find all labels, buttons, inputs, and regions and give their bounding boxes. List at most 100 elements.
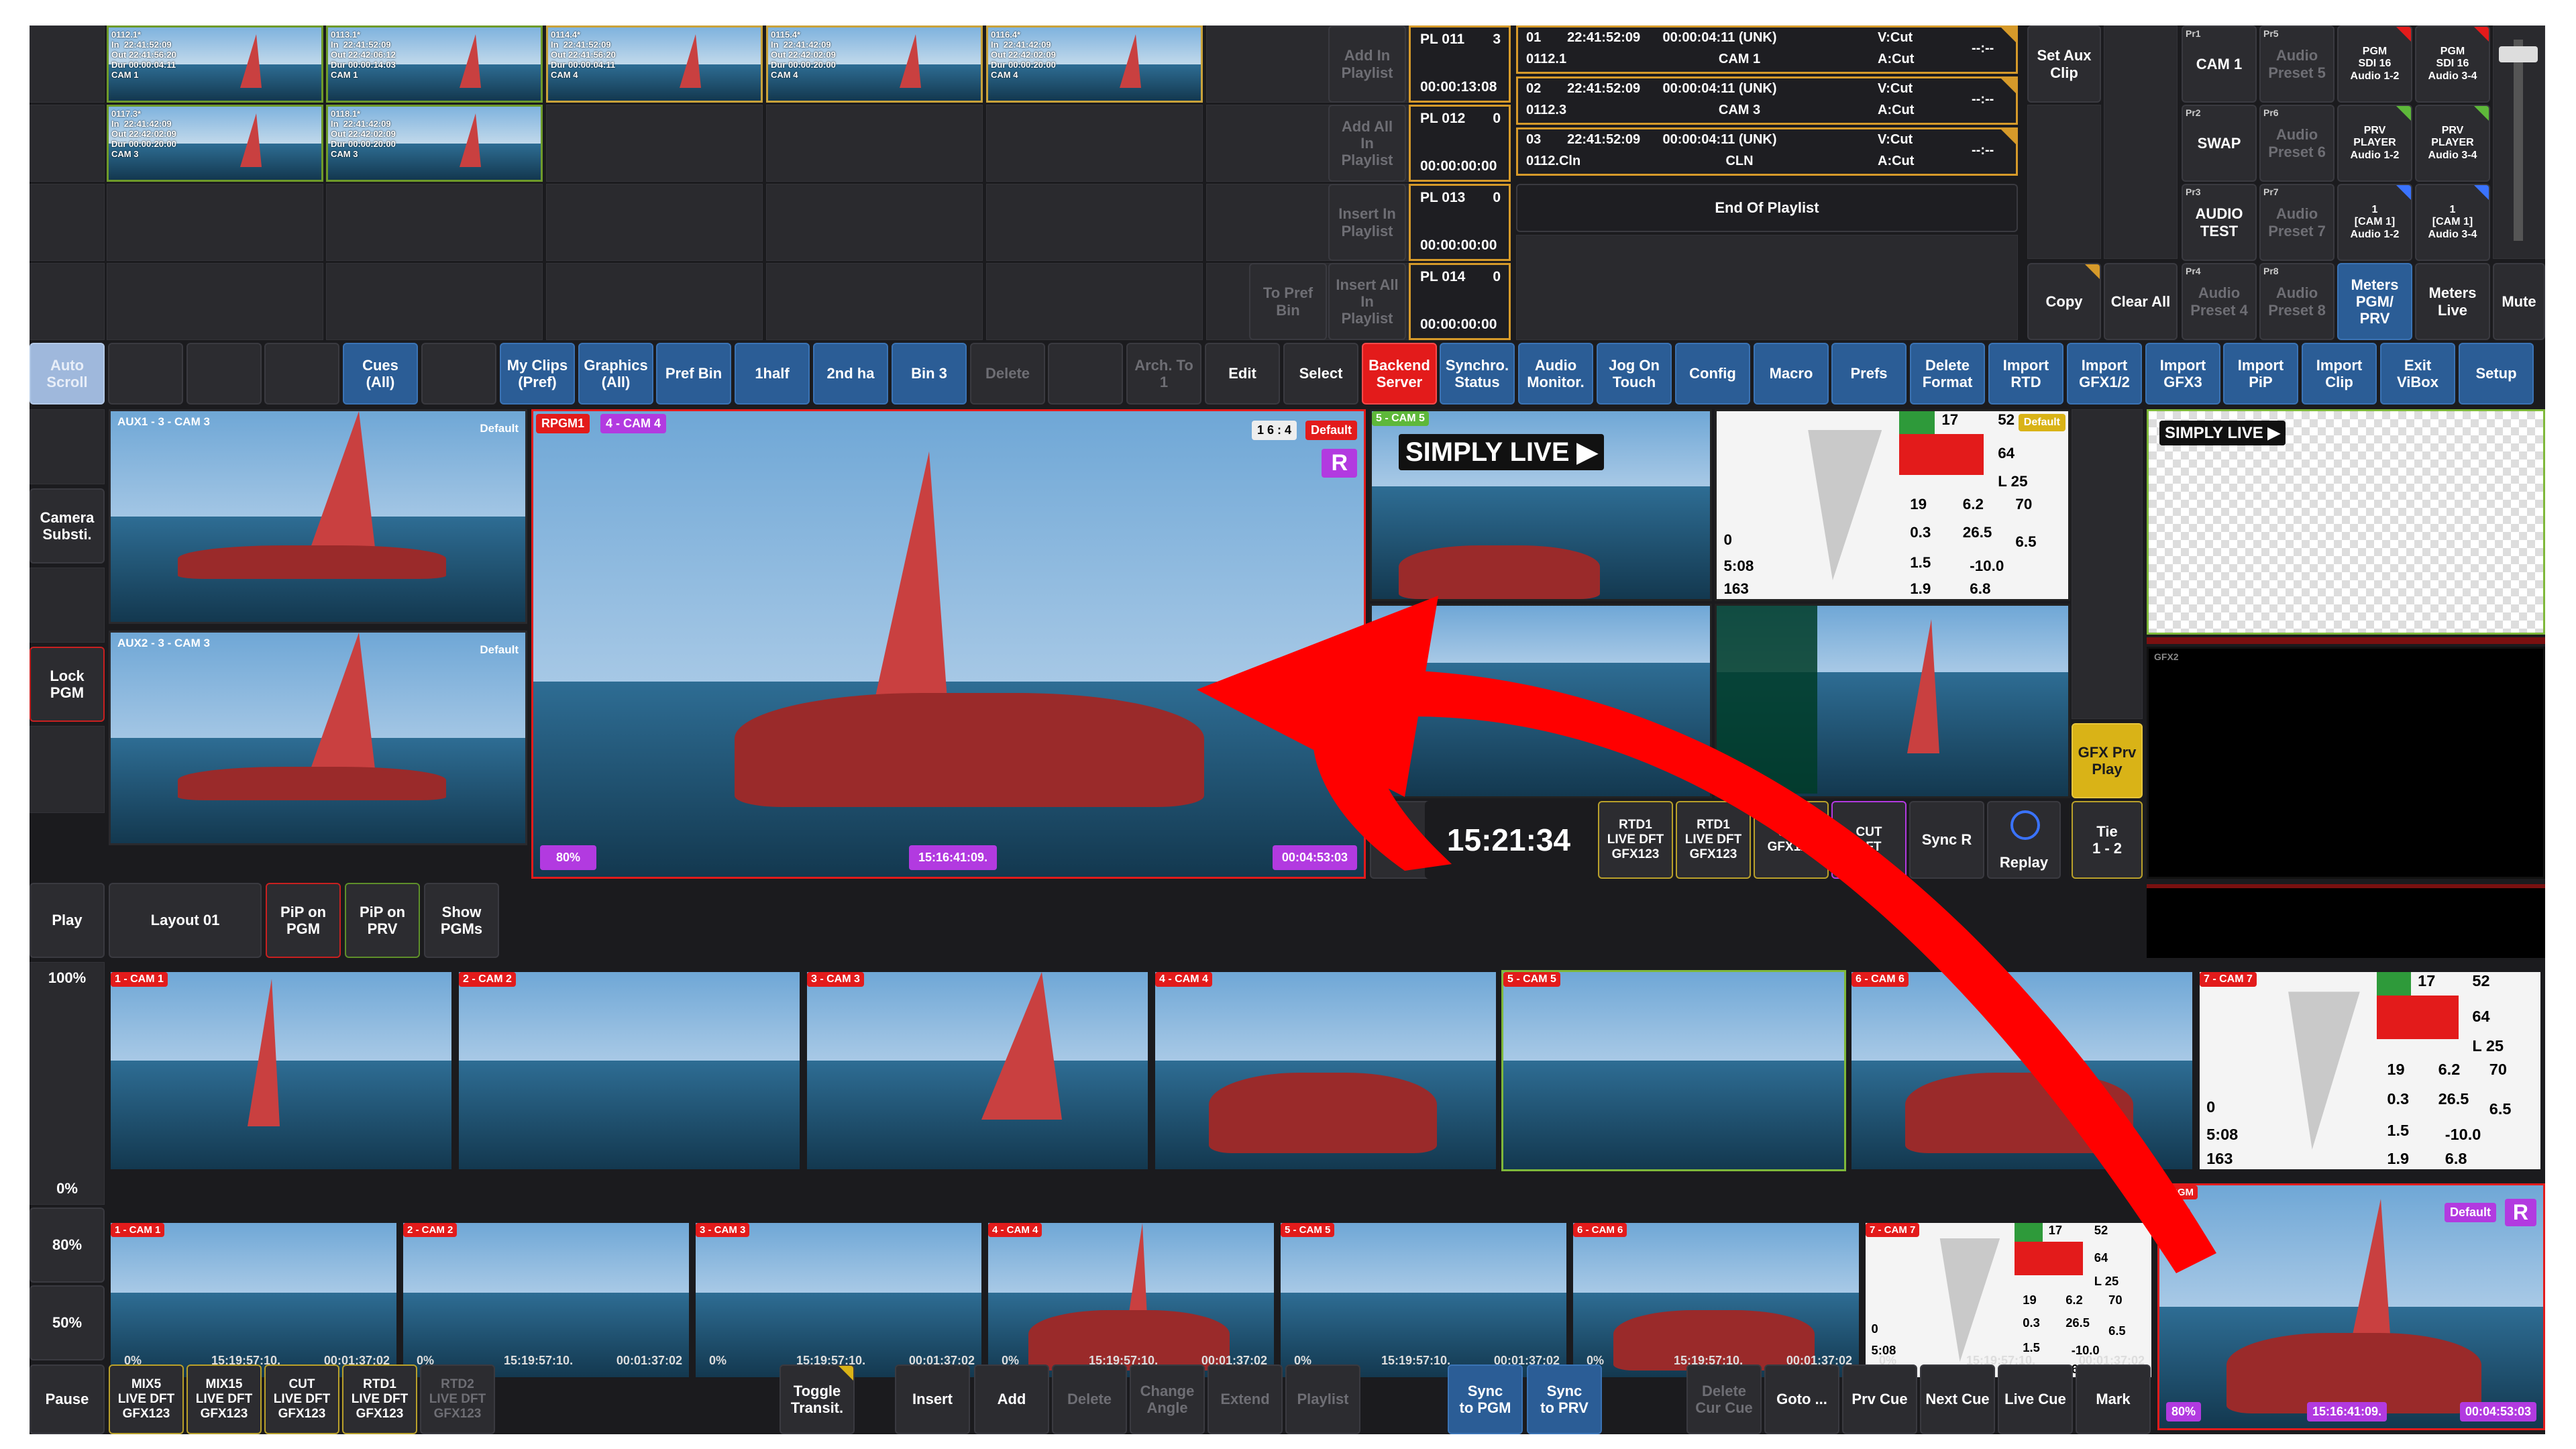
camera-clip-feed[interactable]: 5 - CAM 5 0% 15:19:57:10. 00:01:37:02 [1279, 1221, 1568, 1379]
show-pgms-button[interactable]: Show PGMs [424, 883, 499, 958]
bottom-delete-button[interactable]: Delete Cur Cue [1686, 1364, 1762, 1434]
bottom-playlist-button[interactable]: Playlist [1285, 1364, 1360, 1434]
playlist-action-button[interactable]: Add All In Playlist [1328, 105, 1406, 182]
toolbar-import-button[interactable]: Import GFX1/2 [2067, 343, 2142, 405]
playlist-action-button[interactable]: Add In Playlist [1328, 25, 1406, 103]
to-pref-bin-button[interactable]: To Pref Bin [1249, 263, 1327, 340]
speed-80-button[interactable]: 80% [30, 1208, 105, 1283]
toolbar-import-button[interactable]: Import Clip [2302, 343, 2377, 405]
preset-button[interactable]: Pr4 Audio Preset 4 [2182, 263, 2257, 340]
mute-button[interactable]: Mute [2493, 263, 2545, 340]
camera-clip-feed[interactable]: 1 - CAM 1 0% 15:19:57:10. 00:01:37:02 [109, 1221, 398, 1379]
playlist-entry[interactable]: 01 22:41:52:09 00:00:04:11 (UNK) 0112.1 CA… [1516, 25, 2018, 74]
camera-feed[interactable]: 3 - CAM 3 [805, 970, 1150, 1171]
clip-slot[interactable] [546, 105, 763, 182]
audio-routing-button[interactable]: PGM SDI 16 Audio 1-2 [2337, 25, 2412, 103]
transition-preset-button[interactable]: RTD2 LIVE DFT GFX123 [420, 1364, 495, 1434]
camera-clip-feed[interactable]: 2 - CAM 2 0% 15:19:57:10. 00:01:37:02 [401, 1221, 691, 1379]
toolbar-pref-bin-button[interactable]: Pref Bin [656, 343, 731, 405]
transition-button[interactable]: CUT DFT [1831, 801, 1907, 879]
toolbar-backend-button[interactable]: Backend Server [1362, 343, 1437, 405]
set-aux-clip-button[interactable]: Set Aux Clip [2027, 25, 2101, 103]
toolbar-auto-button[interactable]: Auto Scroll [30, 343, 105, 405]
bottom-extend-button[interactable]: Extend [1208, 1364, 1283, 1434]
toolbar-delete-button[interactable]: Delete Format [1910, 343, 1985, 405]
toolbar-prefs-button[interactable]: Prefs [1831, 343, 1907, 405]
layout-button[interactable]: Layout 01 [109, 883, 262, 958]
toolbar-2nd-ha-button[interactable]: 2nd ha [813, 343, 888, 405]
clip-thumbnail[interactable]: 0114.4* In 22:41:52:09 Out 22:41:56:20 D… [546, 25, 763, 103]
camera-feed[interactable]: 5 - CAM 5 [1501, 970, 1846, 1171]
gfx1-preview[interactable]: SIMPLY LIVE ▶ [2147, 409, 2545, 635]
bottom-toggle-button[interactable]: Toggle Transit. [780, 1364, 855, 1434]
playlist-entry[interactable]: 02 22:41:52:09 00:00:04:11 (UNK) 0112.3 CA… [1516, 76, 2018, 125]
copy-button[interactable]: Copy [2027, 263, 2101, 340]
multiview-cam5[interactable]: 5 - CAM 5 SIMPLY LIVE ▶ [1370, 409, 1712, 601]
bottom-delete-button[interactable]: Delete [1052, 1364, 1127, 1434]
bottom-live-cue-button[interactable]: Live Cue [1998, 1364, 2073, 1434]
preset-button[interactable]: Pr5 Audio Preset 5 [2259, 25, 2334, 103]
audio-routing-button[interactable]: 1 [CAM 1] Audio 3-4 [2415, 184, 2490, 261]
toolbar-jog-on-button[interactable]: Jog On Touch [1597, 343, 1672, 405]
bottom-sync-button[interactable]: Sync to PGM [1448, 1364, 1523, 1434]
clip-slot[interactable] [326, 263, 543, 340]
clip-thumbnail[interactable]: 0116.4* In 22:41:42:09 Out 22:42:02:09 D… [986, 25, 1203, 103]
tie-button[interactable]: Tie 1 - 2 [2072, 801, 2143, 879]
pip-on-prv-button[interactable]: PiP on PRV [345, 883, 420, 958]
toolbar-select-button[interactable]: Select [1283, 343, 1358, 405]
gfx-prv-play-button[interactable]: GFX Prv Play [2072, 723, 2143, 798]
sync-r-button[interactable]: Sync R [1909, 801, 1984, 879]
camera-feed[interactable]: 17 52 64 L 25 19 6.2 70 0.3 26.5 6.5 1.5 -10.0 1.9 6.… [2198, 970, 2542, 1171]
camera-clip-feed[interactable]: 4 - CAM 4 0% 15:19:57:10. 00:01:37:02 [986, 1221, 1276, 1379]
clear-all-button[interactable]: Clear All [2104, 263, 2178, 340]
replay-button[interactable]: Replay [1987, 801, 2061, 879]
preset-button[interactable]: Pr3 AUDIO TEST [2182, 184, 2257, 261]
clip-slot[interactable] [986, 263, 1203, 340]
clip-slot[interactable] [766, 263, 983, 340]
clip-thumbnail[interactable]: 0112.1* In 22:41:52:09 Out 22:41:56:20 D… [107, 25, 323, 103]
aux-view[interactable]: AUX1 - 3 - CAM 3 Default [109, 409, 527, 624]
toolbar-macro-button[interactable]: Macro [1754, 343, 1829, 405]
clip-slot[interactable] [986, 105, 1203, 182]
toolbar-1half-button[interactable]: 1half [735, 343, 810, 405]
pip-on-pgm-button[interactable]: PiP on PGM [266, 883, 341, 958]
audio-routing-button[interactable]: 1 [CAM 1] Audio 1-2 [2337, 184, 2412, 261]
gfx2-preview[interactable]: GFX2 [2147, 647, 2545, 879]
camera-substitution-button[interactable]: Camera Substi. [30, 488, 105, 564]
transition-preset-button[interactable]: CUT LIVE DFT GFX123 [264, 1364, 339, 1434]
toolbar-audio-button[interactable]: Audio Monitor. [1518, 343, 1593, 405]
toolbar-edit-button[interactable]: Edit [1205, 343, 1280, 405]
playlist-action-button[interactable]: Insert In Playlist [1328, 184, 1406, 261]
transition-preset-button[interactable]: MIX5 LIVE DFT GFX123 [109, 1364, 184, 1434]
bottom-insert-button[interactable]: Insert [895, 1364, 970, 1434]
lock-pgm-button[interactable]: Lock PGM [30, 647, 105, 722]
bottom-sync-button[interactable]: Sync to PRV [1527, 1364, 1602, 1434]
clip-thumbnail[interactable]: 0118.1* In 22:41:42:09 Out 22:42:02:09 D… [326, 105, 543, 182]
clip-slot[interactable] [107, 184, 323, 261]
rpgm-output-preview[interactable]: RPGM R4 Default R 80% 15:16:41:09. 00:04:53:03 [2157, 1183, 2545, 1430]
aux-view[interactable]: AUX2 - 3 - CAM 3 Default [109, 631, 527, 845]
clip-thumbnail[interactable]: 0117.3* In 22:41:42:09 Out 22:42:02:09 D… [107, 105, 323, 182]
toolbar-config-button[interactable]: Config [1675, 343, 1750, 405]
audio-routing-button[interactable]: PGM SDI 16 Audio 3-4 [2415, 25, 2490, 103]
toolbar-import-button[interactable]: Import GFX3 [2145, 343, 2220, 405]
playlist-slot[interactable]: PL 013 0 00:00:00:00 [1409, 184, 1511, 261]
main-preview-player[interactable]: RPGM1 4 - CAM 4 1 6 : 4 Default R 80% 15:16:41… [531, 409, 1366, 879]
clip-thumbnail[interactable]: 0113.1* In 22:41:52:09 Out 22:42:06:12 D… [326, 25, 543, 103]
preset-button[interactable]: Pr8 Audio Preset 8 [2259, 263, 2334, 340]
preset-button[interactable]: Pr2 SWAP [2182, 105, 2257, 182]
audio-fader[interactable] [2493, 25, 2545, 259]
toolbar-import-button[interactable]: Import RTD [1988, 343, 2063, 405]
camera-feed[interactable]: 2 - CAM 2 [457, 970, 802, 1171]
play-button[interactable]: Play [30, 883, 105, 958]
camera-clip-feed[interactable]: 3 - CAM 3 0% 15:19:57:10. 00:01:37:02 [694, 1221, 983, 1379]
camera-feed[interactable]: 1 - CAM 1 [109, 970, 453, 1171]
preset-button[interactable]: Pr1 CAM 1 [2182, 25, 2257, 103]
transition-button[interactable]: RTD1 LIVE DFT GFX123 [1676, 801, 1751, 879]
clip-thumbnail[interactable]: 0115.4* In 22:41:42:09 Out 22:42:02:09 D… [766, 25, 983, 103]
pause-button[interactable]: Pause [30, 1364, 105, 1434]
playlist-slot[interactable]: PL 012 0 00:00:00:00 [1409, 105, 1511, 182]
toolbar-bin-3-button[interactable]: Bin 3 [892, 343, 967, 405]
clip-slot[interactable] [546, 263, 763, 340]
toolbar-delete-button[interactable]: Delete [970, 343, 1045, 405]
